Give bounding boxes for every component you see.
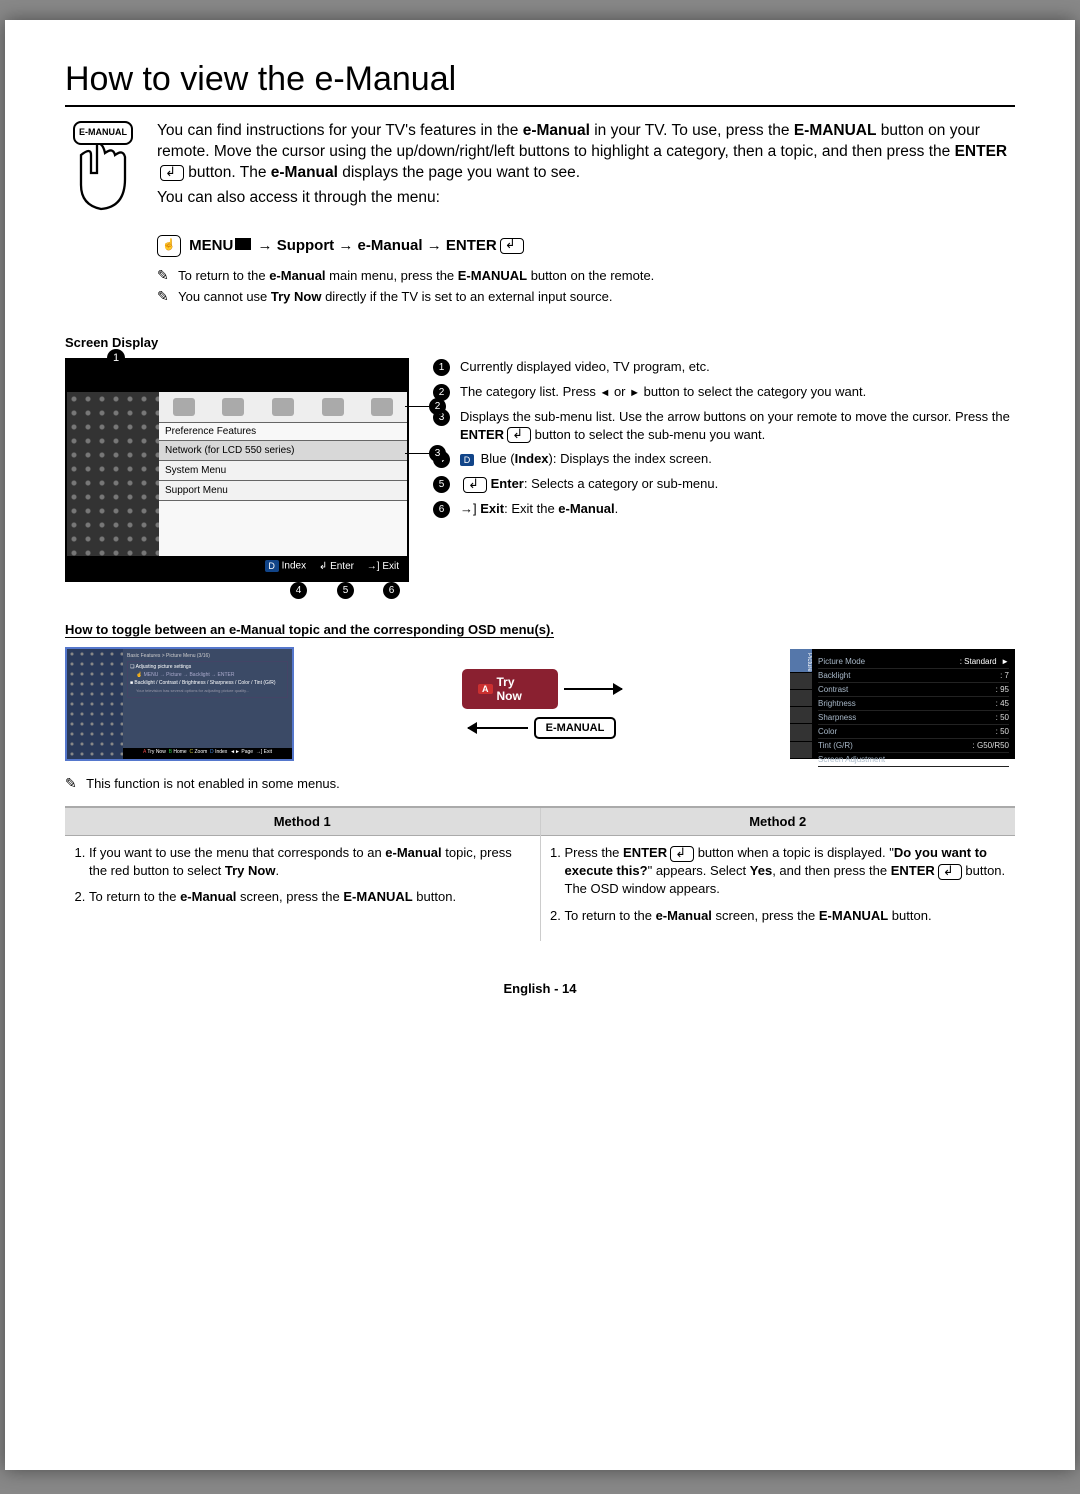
note-return: To return to the e-Manual main menu, pre…: [157, 267, 1015, 284]
menu-grid-icon: [235, 238, 251, 250]
method1-step1: If you want to use the menu that corresp…: [89, 844, 532, 880]
sd-pref-label: Preference Features: [159, 423, 407, 441]
enter-icon: [670, 846, 694, 862]
screen-display-label: Screen Display: [65, 335, 1015, 350]
callout-3: 3: [429, 445, 446, 462]
d-badge: D: [460, 454, 474, 466]
sd-item-system: System Menu: [159, 461, 407, 481]
callout-5: 5: [337, 582, 354, 599]
func-note: This function is not enabled in some men…: [65, 775, 1015, 792]
enter-icon: [938, 864, 962, 880]
sd-item-network: Network (for LCD 550 series): [159, 441, 407, 461]
access-line: You can also access it through the menu:: [157, 188, 1015, 209]
menu-path: ☝ MENU → Support → e-Manual → ENTER: [157, 235, 1015, 257]
exit-icon: →]: [460, 501, 477, 516]
mini-osd-mock: Picture Picture Mode: Standard ► Backlig…: [790, 649, 1015, 759]
note-trynow: You cannot use Try Now directly if the T…: [157, 288, 1015, 305]
try-now-pill: ATry Now: [462, 669, 558, 709]
method2-heading: Method 2: [541, 808, 1016, 836]
screen-display-mock: 1 Preference Features Network (for LCD 5…: [65, 358, 409, 582]
method1-heading: Method 1: [65, 808, 540, 836]
page-footer: English - 14: [65, 981, 1015, 996]
intro-paragraph: You can find instructions for your TV's …: [157, 121, 1015, 209]
enter-icon: [507, 427, 531, 443]
legend-list: 1Currently displayed video, TV program, …: [433, 358, 1015, 525]
sd-category-tabs: [159, 392, 407, 423]
page-title: How to view the e-Manual: [65, 60, 1015, 99]
callout-4: 4: [290, 582, 307, 599]
callout-1: 1: [107, 349, 125, 367]
toggle-heading: How to toggle between an e-Manual topic …: [65, 622, 1015, 637]
sd-video-area: [67, 392, 159, 556]
sd-footer-bar: DIndex ↲ Enter →] Exit: [67, 556, 407, 582]
title-rule: [65, 105, 1015, 107]
enter-icon: [160, 165, 184, 181]
emanual-key-frame: E-MANUAL: [73, 121, 133, 145]
emanual-pill: E-MANUAL: [534, 717, 617, 739]
method1-step2: To return to the e-Manual screen, press …: [89, 888, 532, 906]
callout-2: 2: [429, 398, 446, 415]
sd-item-support: Support Menu: [159, 481, 407, 501]
toggle-arrows: ATry Now E-MANUAL: [462, 669, 622, 739]
callout-6: 6: [383, 582, 400, 599]
enter-icon: [463, 477, 487, 493]
mini-emanual-mock: Basic Features > Picture Menu (3/16) ❏ A…: [65, 647, 294, 761]
enter-icon: [500, 238, 524, 254]
menu-remote-icon: ☝: [157, 235, 181, 257]
method2-step2: To return to the e-Manual screen, press …: [565, 907, 1008, 925]
method2-step1: Press the ENTER button when a topic is d…: [565, 844, 1008, 899]
remote-emanual-icon: E-MANUAL: [65, 121, 137, 221]
